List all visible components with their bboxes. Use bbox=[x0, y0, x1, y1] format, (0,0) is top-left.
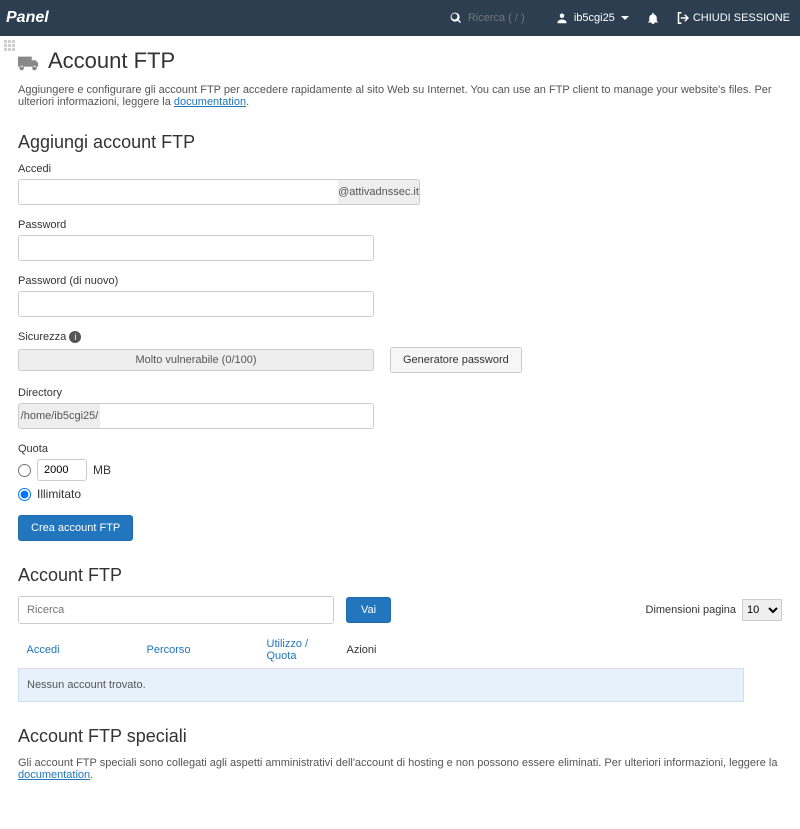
logo: Panel bbox=[6, 9, 49, 27]
global-search[interactable] bbox=[450, 12, 538, 24]
directory-label: Directory bbox=[18, 387, 782, 399]
accounts-table: Accedi Percorso Utilizzo / Quota Azioni … bbox=[18, 632, 744, 702]
empty-row: Nessun account trovato. bbox=[19, 669, 744, 702]
info-icon[interactable]: i bbox=[69, 331, 81, 343]
quota-limited-radio[interactable] bbox=[18, 464, 31, 477]
bell-icon[interactable] bbox=[647, 12, 659, 24]
domain-suffix: @attivadnssec.it bbox=[338, 179, 420, 205]
logout-label: CHIUDI SESSIONE bbox=[693, 12, 790, 24]
truck-icon bbox=[18, 52, 40, 70]
generate-password-button[interactable]: Generatore password bbox=[390, 347, 522, 373]
col-percorso[interactable]: Percorso bbox=[147, 644, 191, 656]
quota-value-input[interactable] bbox=[37, 459, 87, 481]
quota-unlimited-radio[interactable] bbox=[18, 488, 31, 501]
apps-grid-icon[interactable] bbox=[4, 40, 15, 51]
logout-button[interactable]: CHIUDI SESSIONE bbox=[677, 12, 790, 24]
user-menu[interactable]: ib5cgi25 bbox=[556, 12, 629, 24]
login-label: Accedi bbox=[18, 163, 782, 175]
quota-mb-label: MB bbox=[93, 463, 111, 477]
col-azioni: Azioni bbox=[339, 632, 744, 669]
pagesize-select[interactable]: 10 bbox=[742, 599, 782, 621]
list-search-button[interactable]: Vai bbox=[346, 597, 391, 623]
intro-text: Aggiungere e configurare gli account FTP… bbox=[18, 84, 782, 108]
security-label: Sicurezza i bbox=[18, 331, 782, 343]
special-note: Gli account FTP speciali sono collegati … bbox=[18, 757, 782, 781]
logout-icon bbox=[677, 12, 689, 24]
login-input[interactable] bbox=[18, 179, 338, 205]
directory-prefix: /home/ib5cgi25/ bbox=[18, 403, 100, 429]
col-accedi[interactable]: Accedi bbox=[27, 644, 60, 656]
special-doc-link[interactable]: documentation bbox=[18, 769, 90, 781]
directory-input[interactable] bbox=[100, 403, 374, 429]
user-icon bbox=[556, 12, 568, 24]
create-account-button[interactable]: Crea account FTP bbox=[18, 515, 133, 541]
chevron-down-icon bbox=[621, 16, 629, 20]
password2-input[interactable] bbox=[18, 291, 374, 317]
search-icon bbox=[450, 12, 462, 24]
list-search-input[interactable] bbox=[18, 596, 334, 624]
password-label: Password bbox=[18, 219, 782, 231]
col-quota[interactable]: Quota bbox=[267, 650, 297, 662]
form-heading: Aggiungi account FTP bbox=[18, 132, 782, 153]
special-heading: Account FTP speciali bbox=[18, 726, 782, 747]
page-title: Account FTP bbox=[18, 48, 782, 74]
user-name: ib5cgi25 bbox=[574, 12, 615, 24]
strength-bar: Molto vulnerabile (0/100) bbox=[18, 349, 374, 371]
quota-unlimited-label: Illimitato bbox=[37, 487, 81, 501]
global-search-input[interactable] bbox=[468, 12, 538, 24]
col-utilizzo[interactable]: Utilizzo bbox=[267, 638, 302, 650]
list-heading: Account FTP bbox=[18, 565, 782, 586]
password-input[interactable] bbox=[18, 235, 374, 261]
topbar: Panel ib5cgi25 CHIUDI SESSIONE bbox=[0, 0, 800, 36]
password2-label: Password (di nuovo) bbox=[18, 275, 782, 287]
quota-label: Quota bbox=[18, 443, 782, 455]
pagesize-label: Dimensioni pagina bbox=[646, 604, 737, 616]
doc-link[interactable]: documentation bbox=[174, 96, 246, 108]
